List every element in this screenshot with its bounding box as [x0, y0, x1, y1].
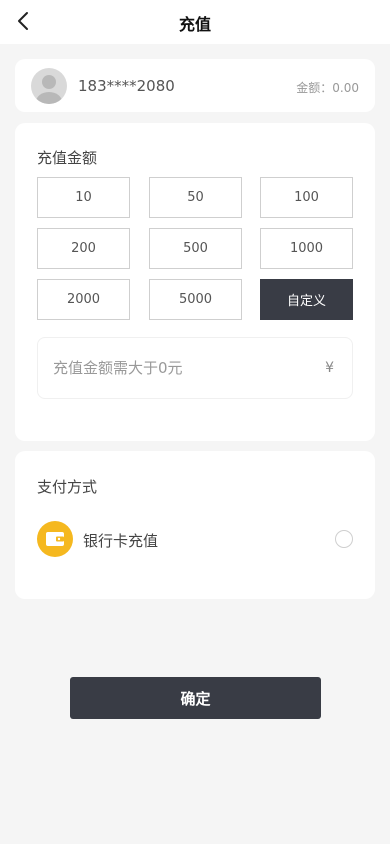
custom-amount-field: ¥ [37, 337, 353, 399]
payment-method-label: 银行卡充值 [83, 532, 159, 550]
wallet-icon [37, 521, 73, 557]
amount-options-grid: 10 50 100 200 500 1000 2000 5000 自定义 [37, 177, 353, 320]
amount-option[interactable]: 10 [37, 177, 130, 218]
amount-option[interactable]: 50 [149, 177, 242, 218]
page-title: 充值 [178, 15, 211, 34]
amount-option[interactable]: 5000 [149, 279, 242, 320]
nav-bar: 充值 [0, 0, 390, 44]
amount-option[interactable]: 100 [260, 177, 353, 218]
balance-display: 金额：0.00 [296, 79, 359, 96]
amount-option[interactable]: 200 [37, 228, 130, 269]
custom-amount-input[interactable] [53, 352, 313, 384]
payment-card: 支付方式 银行卡充值 [15, 451, 375, 599]
default-avatar-icon [31, 68, 67, 104]
confirm-button[interactable]: 确定 [70, 677, 321, 719]
amount-option-custom[interactable]: 自定义 [260, 279, 353, 320]
user-phone: 183****2080 [78, 77, 175, 95]
currency-symbol: ¥ [325, 360, 334, 376]
amount-card: 充值金额 10 50 100 200 500 1000 2000 5000 自定… [15, 123, 375, 441]
amount-option[interactable]: 1000 [260, 228, 353, 269]
amount-section-title: 充值金额 [37, 149, 98, 167]
balance-value: 0.00 [332, 81, 359, 95]
balance-label: 金额： [296, 81, 333, 95]
payment-section-title: 支付方式 [37, 478, 98, 496]
amount-option[interactable]: 500 [149, 228, 242, 269]
payment-radio[interactable] [335, 530, 353, 548]
payment-method-bank-card[interactable]: 银行卡充值 [37, 519, 353, 557]
amount-option[interactable]: 2000 [37, 279, 130, 320]
user-info-card: 183****2080 金额：0.00 [15, 59, 375, 112]
